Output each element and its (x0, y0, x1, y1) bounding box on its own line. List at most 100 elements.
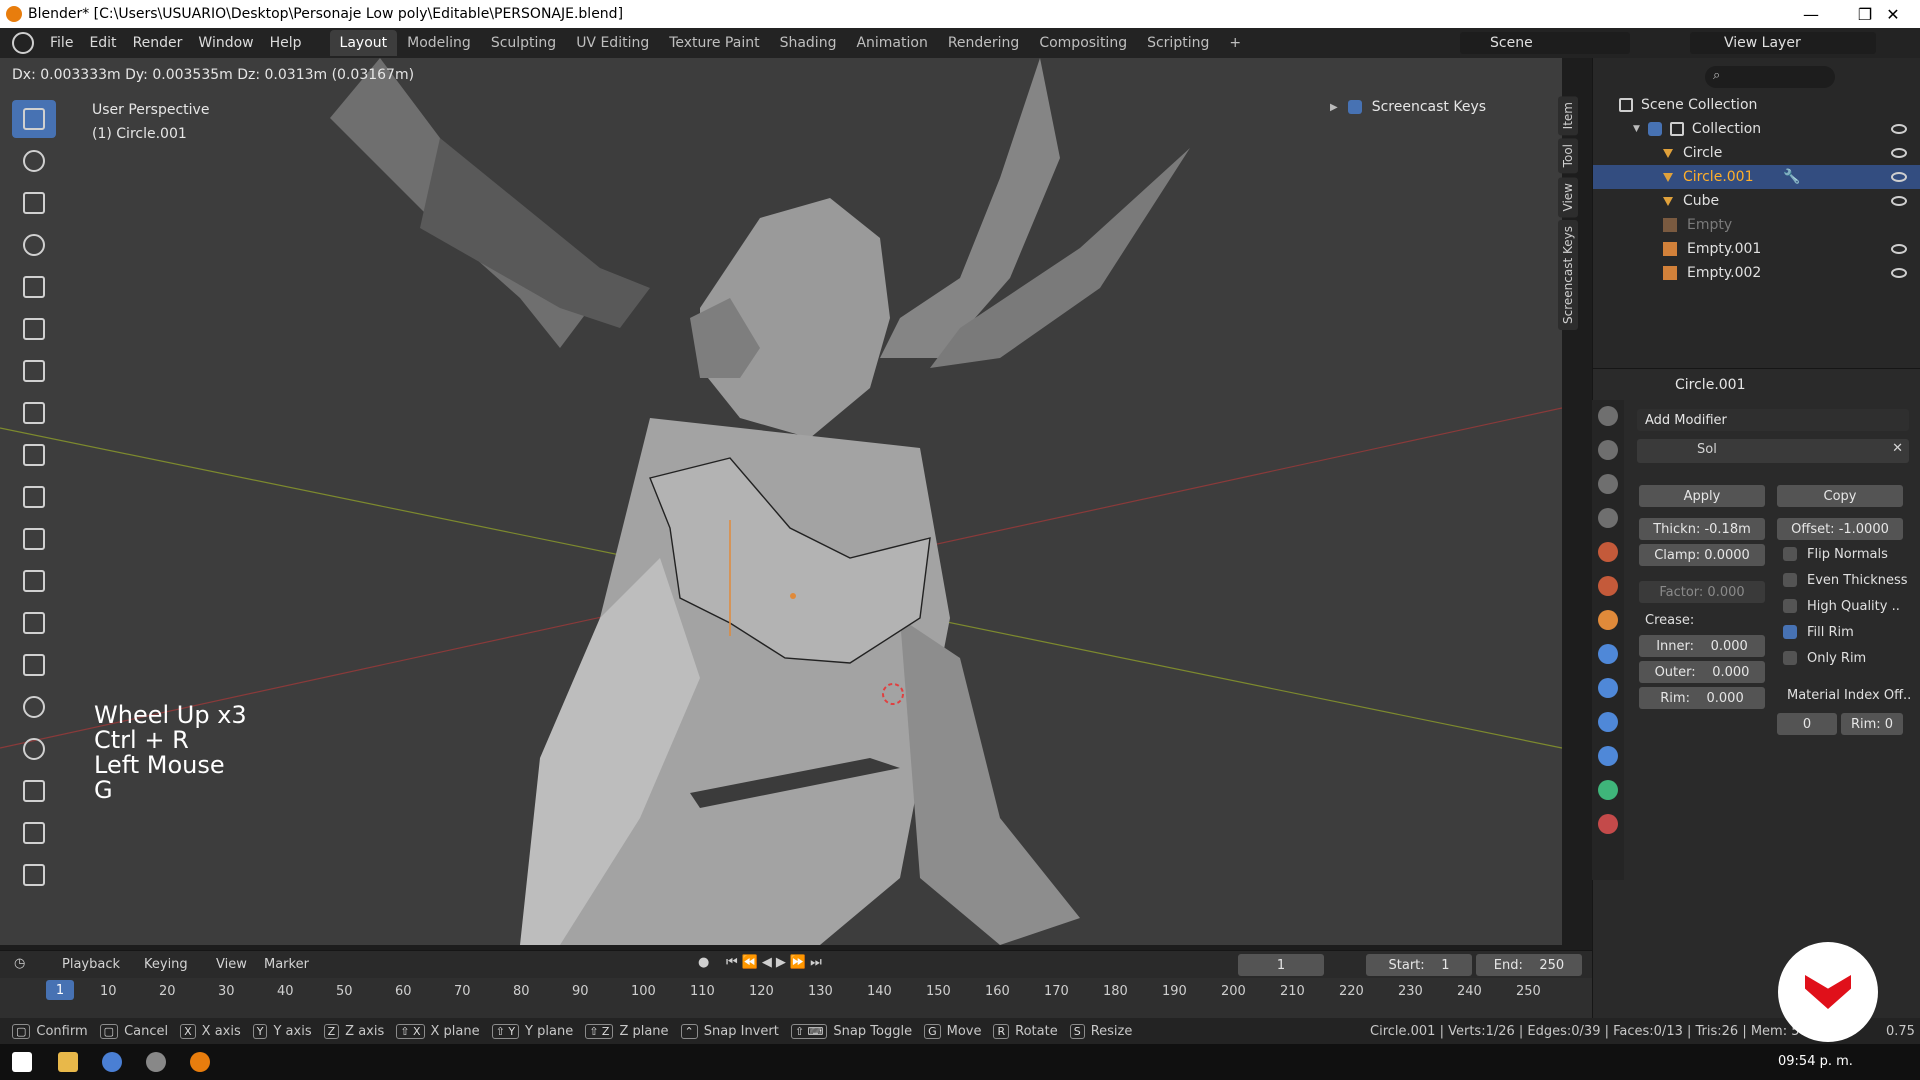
tab-rendering[interactable]: Rendering (938, 30, 1030, 56)
measure-tool[interactable] (12, 394, 56, 432)
record-icon[interactable]: ● (698, 955, 709, 970)
tab-uv-editing[interactable]: UV Editing (566, 30, 659, 56)
current-frame-field[interactable]: 1 (1238, 954, 1324, 976)
high-quality-checkbox[interactable] (1783, 599, 1797, 613)
knife-tool[interactable] (12, 604, 56, 642)
tab-layout[interactable]: Layout (329, 30, 398, 56)
view-layer-tab-icon[interactable] (1598, 508, 1618, 528)
screencast-keys-panel[interactable]: ▶ Screencast Keys (1330, 96, 1560, 118)
physics-tab-icon[interactable] (1598, 712, 1618, 732)
cursor-tool[interactable] (12, 142, 56, 180)
close-icon[interactable]: ✕ (1892, 441, 1903, 456)
inner-field[interactable]: Inner: 0.000 (1639, 635, 1765, 657)
end-frame-field[interactable]: End: 250 (1476, 954, 1582, 976)
collection-checkbox[interactable] (1647, 122, 1662, 136)
tab-view[interactable]: View (1558, 176, 1578, 218)
output-tab-icon[interactable] (1598, 474, 1618, 494)
render-tab-icon[interactable] (1598, 440, 1618, 460)
tab-sculpting[interactable]: Sculpting (481, 30, 566, 56)
scene-selector[interactable]: Scene (1460, 32, 1630, 54)
keying-menu[interactable]: Keying (144, 957, 188, 972)
material-index-field[interactable]: 0 (1777, 713, 1837, 735)
eye-icon[interactable] (1891, 172, 1907, 182)
particles-tab-icon[interactable] (1598, 678, 1618, 698)
minimize-button[interactable]: — (1784, 0, 1838, 28)
screencast-checkbox[interactable] (1347, 100, 1362, 114)
tool-tab-icon[interactable] (1598, 406, 1618, 426)
outliner-search[interactable]: ⌕ (1705, 66, 1835, 88)
eye-icon[interactable] (1891, 268, 1907, 278)
smooth-tool[interactable] (12, 730, 56, 768)
eye-icon[interactable] (1891, 196, 1907, 206)
move-tool[interactable] (12, 184, 56, 222)
marker-menu[interactable]: Marker (264, 957, 309, 972)
scene-tab-icon[interactable] (1598, 542, 1618, 562)
add-modifier-dropdown[interactable]: Add Modifier (1637, 409, 1909, 431)
blender-taskbar-icon[interactable] (190, 1052, 210, 1072)
rim-field[interactable]: Rim: 0.000 (1639, 687, 1765, 709)
view-menu[interactable]: View (216, 957, 247, 972)
expand-triangle-icon[interactable]: ▶ (1330, 102, 1338, 113)
tab-texture-paint[interactable]: Texture Paint (659, 30, 769, 56)
outliner-item-cube[interactable]: Cube (1593, 189, 1920, 213)
file-explorer-icon[interactable] (58, 1052, 78, 1072)
scale-tool[interactable] (12, 268, 56, 306)
editor-type-icon[interactable]: ◷ (14, 956, 25, 971)
only-rim-checkbox[interactable] (1783, 651, 1797, 665)
object-tab-icon[interactable] (1598, 610, 1618, 630)
copy-button[interactable]: Copy (1777, 485, 1903, 507)
spin-tool[interactable] (12, 688, 56, 726)
clamp-field[interactable]: Clamp: 0.0000 (1639, 544, 1765, 566)
inset-tool[interactable] (12, 478, 56, 516)
outliner-item-circle[interactable]: Circle (1593, 141, 1920, 165)
outliner-item-empty-002[interactable]: Empty.002 (1593, 261, 1920, 285)
tab-tool[interactable]: Tool (1558, 138, 1578, 174)
outliner-item-circle-001[interactable]: Circle.001 🔧 (1593, 165, 1920, 189)
outliner-item-empty[interactable]: Empty (1593, 213, 1920, 237)
timeline[interactable]: 1 10 20 30 40 50 60 70 80 90 100 110 120 130 140 150 16… (0, 978, 1592, 1018)
loop-cut-tool[interactable] (12, 562, 56, 600)
tab-screencast-keys[interactable]: Screencast Keys (1558, 220, 1578, 331)
material-rim-field[interactable]: Rim: 0 (1841, 713, 1903, 735)
menu-file[interactable]: File (42, 35, 81, 51)
expand-icon[interactable]: ▼ (1633, 124, 1640, 134)
current-frame-marker[interactable]: 1 (46, 980, 74, 1000)
eye-icon[interactable] (1891, 244, 1907, 254)
start-frame-field[interactable]: Start: 1 (1366, 954, 1472, 976)
menu-render[interactable]: Render (125, 35, 191, 51)
offset-field[interactable]: Offset: -1.0000 (1777, 518, 1903, 540)
flip-normals-checkbox[interactable] (1783, 547, 1797, 561)
material-tab-icon[interactable] (1598, 814, 1618, 834)
menu-window[interactable]: Window (190, 35, 261, 51)
world-tab-icon[interactable] (1598, 576, 1618, 596)
poly-build-tool[interactable] (12, 646, 56, 684)
3d-viewport[interactable] (0, 58, 1562, 945)
browser-icon[interactable] (102, 1052, 122, 1072)
thickness-field[interactable]: Thickn: -0.18m (1639, 518, 1765, 540)
menu-edit[interactable]: Edit (81, 35, 124, 51)
playback-controls[interactable]: ⏮⏪◀▶⏩⏭ (726, 955, 826, 970)
shrink-tool[interactable] (12, 814, 56, 852)
scene-collection-row[interactable]: Scene Collection (1593, 93, 1920, 117)
annotate-tool[interactable] (12, 352, 56, 390)
menu-help[interactable]: Help (262, 35, 310, 51)
playback-menu[interactable]: Playback (62, 957, 120, 972)
tab-animation[interactable]: Animation (846, 30, 937, 56)
shear-tool[interactable] (12, 856, 56, 894)
close-button[interactable]: ✕ (1866, 0, 1920, 28)
transform-tool[interactable] (12, 310, 56, 348)
blender-menu-icon[interactable] (12, 32, 34, 54)
apply-button[interactable]: Apply (1639, 485, 1765, 507)
eye-icon[interactable] (1891, 148, 1907, 158)
bevel-tool[interactable] (12, 520, 56, 558)
tab-modeling[interactable]: Modeling (397, 30, 481, 56)
even-thickness-checkbox[interactable] (1783, 573, 1797, 587)
rotate-tool[interactable] (12, 226, 56, 264)
modifier-name[interactable]: Sol (1697, 442, 1717, 457)
windows-start-icon[interactable] (12, 1052, 32, 1072)
add-workspace-button[interactable]: + (1219, 30, 1251, 56)
app-icon[interactable] (146, 1052, 166, 1072)
tab-item[interactable]: Item (1558, 96, 1578, 136)
collection-row[interactable]: ▼ Collection (1593, 117, 1920, 141)
outer-field[interactable]: Outer: 0.000 (1639, 661, 1765, 683)
